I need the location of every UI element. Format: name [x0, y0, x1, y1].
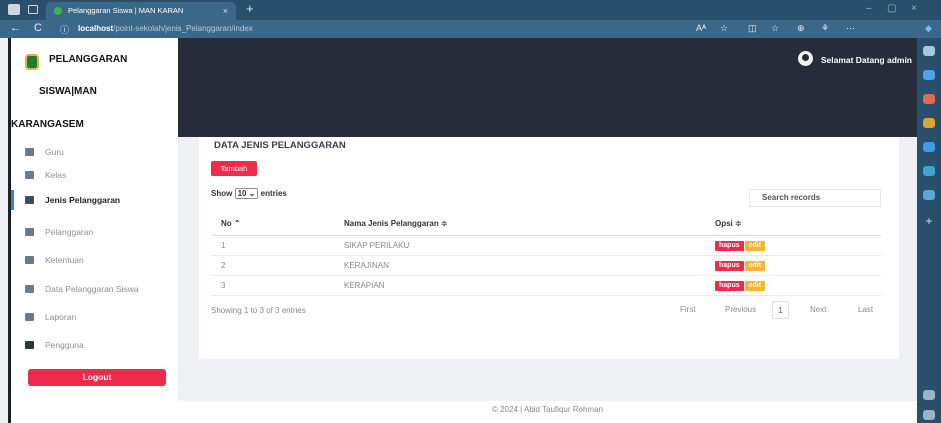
- brand-line2: SISWA|MAN: [39, 86, 97, 97]
- outlook-icon[interactable]: [923, 166, 935, 176]
- tab-actions-icon[interactable]: [28, 5, 38, 14]
- row-actions: hapus edit: [715, 275, 881, 296]
- footer: © 2024 | Abid Taufiqur Rohman: [178, 401, 917, 423]
- pagination-current[interactable]: 1: [772, 301, 789, 319]
- entries-length-control: Show 10 ⌄ entries: [211, 188, 287, 199]
- edit-button[interactable]: edit: [744, 260, 766, 271]
- search-input[interactable]: Search records: [749, 189, 881, 207]
- row-number: 2: [211, 255, 344, 276]
- sidebar-item-data-pelanggaran-siswa[interactable]: Data Pelanggaran Siswa: [11, 279, 178, 299]
- sidebar-item-ketentuan[interactable]: Ketentuan: [11, 250, 178, 270]
- split-screen-icon[interactable]: ◫: [748, 23, 757, 34]
- sidebar-item-kelas[interactable]: Kelas: [11, 165, 178, 185]
- send-icon[interactable]: [923, 190, 935, 200]
- more-menu-icon[interactable]: ⋯: [846, 23, 855, 34]
- delete-button[interactable]: hapus: [715, 280, 744, 291]
- edit-button[interactable]: edit: [744, 240, 766, 251]
- row-number: 3: [211, 275, 344, 296]
- sidebar: PELANGGARAN SISWA|MAN KARANGASEM Guru Ke…: [8, 38, 178, 423]
- user-icon: [25, 341, 34, 349]
- column-header-nama[interactable]: Nama Jenis Pelanggaran ≑: [344, 213, 715, 236]
- site-info-icon[interactable]: ⓘ: [60, 23, 69, 36]
- users-icon: [25, 148, 34, 156]
- add-button[interactable]: Tambah: [211, 161, 257, 176]
- handshake-icon: [25, 256, 34, 264]
- pagination-next[interactable]: Next: [810, 301, 826, 319]
- edit-button[interactable]: edit: [744, 280, 766, 291]
- office-icon[interactable]: [923, 142, 935, 152]
- table-row: 3 KERAPIAN hapus edit: [211, 275, 881, 296]
- reload-icon[interactable]: C: [34, 22, 42, 34]
- table-info: Showing 1 to 3 of 3 entries: [211, 306, 306, 315]
- table-row: 1 SIKAP PERILAKU hapus edit: [211, 235, 881, 256]
- sidebar-item-laporan[interactable]: Laporan: [11, 307, 178, 327]
- address-bar: ← C ⓘ localhost/point-sekolah/jenis_Pela…: [0, 20, 941, 38]
- brand-line1: PELANGGARAN: [49, 54, 128, 65]
- row-actions: hapus edit: [715, 255, 881, 276]
- tab-close-icon[interactable]: ×: [223, 2, 228, 20]
- page-title: DATA JENIS PELANGGARAN: [214, 140, 346, 151]
- copilot-icon[interactable]: ◆: [925, 23, 932, 34]
- row-name: KERAJINAN: [344, 255, 715, 276]
- shopping-icon[interactable]: [923, 70, 935, 80]
- school-logo-icon: [25, 54, 39, 70]
- hide-sidebar-icon[interactable]: [923, 390, 935, 400]
- add-sidebar-icon[interactable]: +: [923, 215, 935, 227]
- read-aloud-icon[interactable]: Aᴬ: [696, 23, 706, 33]
- content-card: DATA JENIS PELANGGARAN Tambah Show 10 ⌄ …: [199, 137, 899, 359]
- delete-button[interactable]: hapus: [715, 260, 744, 271]
- tools-icon[interactable]: [923, 94, 935, 104]
- book-icon: [25, 196, 34, 204]
- browser-tab[interactable]: Pelanggaran Siswa | MAN KARAN ×: [46, 2, 236, 20]
- ticket-icon: [25, 313, 34, 321]
- browser-sidebar: +: [917, 38, 941, 423]
- entries-select[interactable]: 10 ⌄: [234, 188, 259, 199]
- pagination-first[interactable]: First: [680, 301, 696, 319]
- violation-types-table: No ⌃ Nama Jenis Pelanggaran ≑ Opsi ≑ 1 S…: [211, 213, 881, 296]
- extensions-icon[interactable]: ⚘: [821, 23, 829, 34]
- row-name: KERAPIAN: [344, 275, 715, 296]
- favorites-list-icon[interactable]: ☆: [771, 23, 779, 34]
- table-header-row: No ⌃ Nama Jenis Pelanggaran ≑ Opsi ≑: [211, 213, 881, 236]
- brand-line3: KARANGASEM: [11, 119, 84, 130]
- welcome-text[interactable]: Selamat Datang admin: [802, 55, 912, 65]
- site-favicon-icon: [54, 7, 62, 15]
- back-icon[interactable]: ←: [10, 22, 21, 34]
- row-name: SIKAP PERILAKU: [344, 235, 715, 256]
- close-window-icon[interactable]: ×: [911, 3, 917, 14]
- games-icon[interactable]: [923, 118, 935, 128]
- settings-icon[interactable]: [923, 410, 935, 420]
- tab-title: Pelanggaran Siswa | MAN KARAN: [68, 6, 184, 15]
- delete-button[interactable]: hapus: [715, 240, 744, 251]
- column-header-no[interactable]: No ⌃: [211, 213, 344, 236]
- signpost-icon: [25, 171, 34, 179]
- favorite-star-icon[interactable]: ☆: [720, 23, 728, 34]
- search-icon[interactable]: [923, 46, 935, 56]
- book-icon: [25, 228, 34, 236]
- browser-tab-bar: Pelanggaran Siswa | MAN KARAN × + – ▢ ×: [0, 0, 941, 20]
- column-header-opsi[interactable]: Opsi ≑: [715, 213, 881, 236]
- row-actions: hapus edit: [715, 235, 881, 256]
- ticket-icon: [25, 285, 34, 293]
- logout-button[interactable]: Logout: [28, 369, 166, 386]
- table-row: 2 KERAJINAN hapus edit: [211, 255, 881, 276]
- restore-icon[interactable]: ▢: [887, 3, 896, 14]
- url-field[interactable]: localhost/point-sekolah/jenis_Pelanggara…: [78, 23, 253, 35]
- collections-icon[interactable]: ⊕: [797, 23, 805, 34]
- sidebar-item-jenis-pelanggaran[interactable]: Jenis Pelanggaran: [11, 190, 178, 210]
- pagination-previous[interactable]: Previous: [725, 301, 756, 319]
- minimize-icon[interactable]: –: [866, 3, 872, 14]
- sidebar-item-guru[interactable]: Guru: [11, 142, 178, 162]
- pagination-last[interactable]: Last: [858, 301, 873, 319]
- sidebar-item-pengguna[interactable]: Pengguna: [11, 335, 178, 355]
- top-navbar: Selamat Datang admin: [178, 38, 917, 137]
- sidebar-item-pelanggaran[interactable]: Pelanggaran: [11, 222, 178, 242]
- browser-profile-icon[interactable]: [8, 4, 20, 15]
- row-number: 1: [211, 235, 344, 256]
- new-tab-button[interactable]: +: [246, 1, 254, 16]
